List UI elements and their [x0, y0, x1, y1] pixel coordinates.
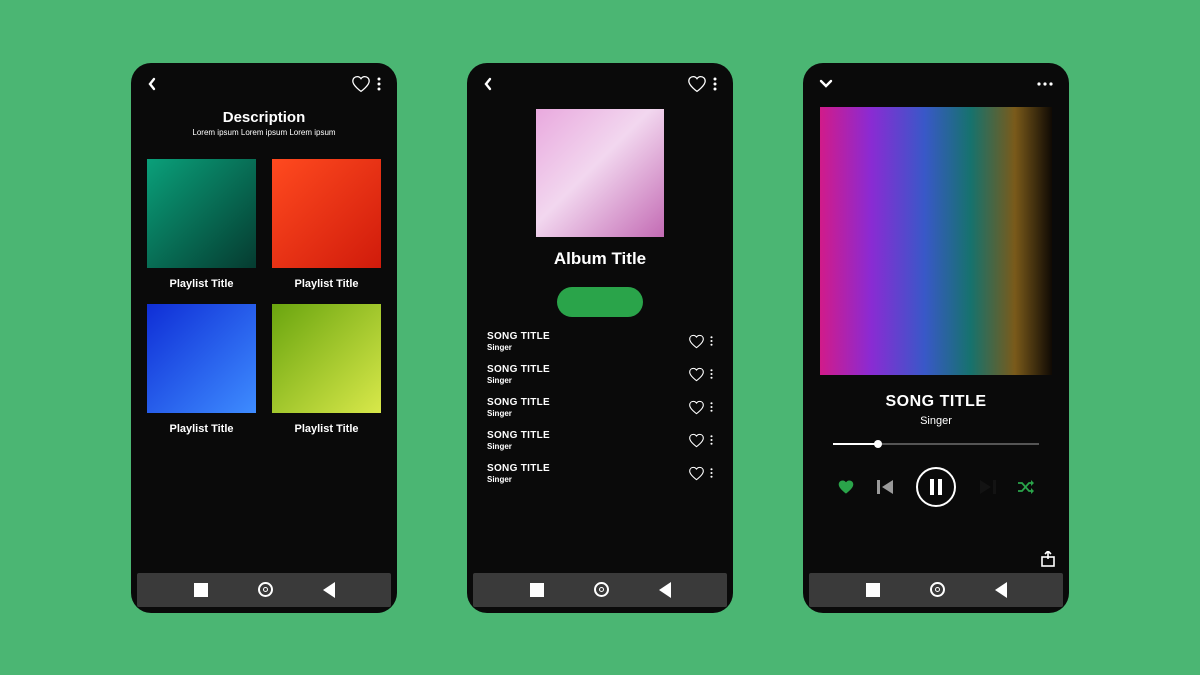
playlist-art: [147, 159, 256, 268]
share-icon[interactable]: [1041, 551, 1055, 567]
nav-recent-icon[interactable]: [530, 583, 544, 597]
song-artist: Singer: [487, 475, 550, 484]
heart-icon[interactable]: [687, 75, 707, 93]
heart-icon[interactable]: [688, 433, 705, 448]
nav-home-icon[interactable]: [258, 582, 273, 597]
song-artist: Singer: [487, 343, 550, 352]
android-navbar: [473, 573, 727, 607]
topbar: [131, 63, 397, 105]
phone-playlists: Description Lorem ipsum Lorem ipsum Lore…: [131, 63, 397, 613]
playlist-grid: Playlist Title Playlist Title Playlist T…: [147, 159, 381, 435]
song-title: SONG TITLE: [487, 397, 550, 408]
playlist-item[interactable]: Playlist Title: [147, 304, 256, 435]
song-title: SONG TITLE: [487, 463, 550, 474]
more-icon[interactable]: [710, 368, 713, 380]
now-playing-title: SONG TITLE: [819, 393, 1053, 411]
shuffle-icon[interactable]: [1017, 480, 1035, 494]
play-pause-button[interactable]: [916, 467, 956, 507]
song-artist: Singer: [487, 376, 550, 385]
back-icon[interactable]: [483, 77, 493, 91]
progress-bar[interactable]: [833, 443, 1039, 445]
nav-home-icon[interactable]: [930, 582, 945, 597]
previous-icon[interactable]: [877, 479, 895, 495]
playlist-title: Playlist Title: [272, 278, 381, 290]
playlist-title: Playlist Title: [147, 423, 256, 435]
nav-home-icon[interactable]: [594, 582, 609, 597]
nav-recent-icon[interactable]: [866, 583, 880, 597]
back-icon[interactable]: [147, 77, 157, 91]
like-icon[interactable]: [837, 479, 855, 495]
nav-back-icon[interactable]: [995, 582, 1007, 598]
song-title: SONG TITLE: [487, 364, 550, 375]
album-art: [536, 109, 664, 237]
page-title: Description: [147, 109, 381, 126]
playlist-title: Playlist Title: [272, 423, 381, 435]
song-artist: Singer: [487, 409, 550, 418]
android-navbar: [809, 573, 1063, 607]
play-button[interactable]: [557, 287, 643, 317]
playlist-art: [272, 159, 381, 268]
playlist-item[interactable]: Playlist Title: [272, 159, 381, 290]
more-icon[interactable]: [710, 434, 713, 446]
song-row[interactable]: SONG TITLE Singer: [487, 364, 713, 385]
song-list: SONG TITLE Singer SONG TITLE Singer: [483, 331, 717, 484]
nav-back-icon[interactable]: [323, 582, 335, 598]
chevron-down-icon[interactable]: [819, 79, 833, 89]
song-row[interactable]: SONG TITLE Singer: [487, 397, 713, 418]
phone-album: Album Title SONG TITLE Singer SONG TITLE…: [467, 63, 733, 613]
song-artist: Singer: [487, 442, 550, 451]
playlist-item[interactable]: Playlist Title: [272, 304, 381, 435]
playlist-art: [272, 304, 381, 413]
playlist-title: Playlist Title: [147, 278, 256, 290]
heart-icon[interactable]: [688, 334, 705, 349]
page-subtitle: Lorem ipsum Lorem ipsum Lorem ipsum: [147, 128, 381, 137]
more-horizontal-icon[interactable]: [1037, 82, 1053, 86]
song-title: SONG TITLE: [487, 331, 550, 342]
song-row[interactable]: SONG TITLE Singer: [487, 331, 713, 352]
topbar: [467, 63, 733, 105]
song-title: SONG TITLE: [487, 430, 550, 441]
heart-icon[interactable]: [688, 400, 705, 415]
more-icon[interactable]: [710, 335, 713, 347]
more-icon[interactable]: [377, 77, 381, 91]
more-icon[interactable]: [710, 467, 713, 479]
nav-back-icon[interactable]: [659, 582, 671, 598]
now-playing-art: [820, 107, 1052, 375]
playlist-item[interactable]: Playlist Title: [147, 159, 256, 290]
song-row[interactable]: SONG TITLE Singer: [487, 463, 713, 484]
more-icon[interactable]: [710, 401, 713, 413]
nav-recent-icon[interactable]: [194, 583, 208, 597]
album-title: Album Title: [483, 249, 717, 269]
heart-icon[interactable]: [351, 75, 371, 93]
phone-nowplaying: SONG TITLE Singer: [803, 63, 1069, 613]
now-playing-artist: Singer: [819, 415, 1053, 427]
player-controls: [837, 467, 1035, 507]
next-icon[interactable]: [978, 479, 996, 495]
pause-icon: [929, 479, 943, 495]
song-row[interactable]: SONG TITLE Singer: [487, 430, 713, 451]
page-header: Description Lorem ipsum Lorem ipsum Lore…: [147, 109, 381, 137]
more-icon[interactable]: [713, 77, 717, 91]
playlist-art: [147, 304, 256, 413]
heart-icon[interactable]: [688, 466, 705, 481]
progress-thumb[interactable]: [874, 440, 882, 448]
progress-fill: [833, 443, 878, 445]
android-navbar: [137, 573, 391, 607]
heart-icon[interactable]: [688, 367, 705, 382]
topbar: [803, 63, 1069, 105]
